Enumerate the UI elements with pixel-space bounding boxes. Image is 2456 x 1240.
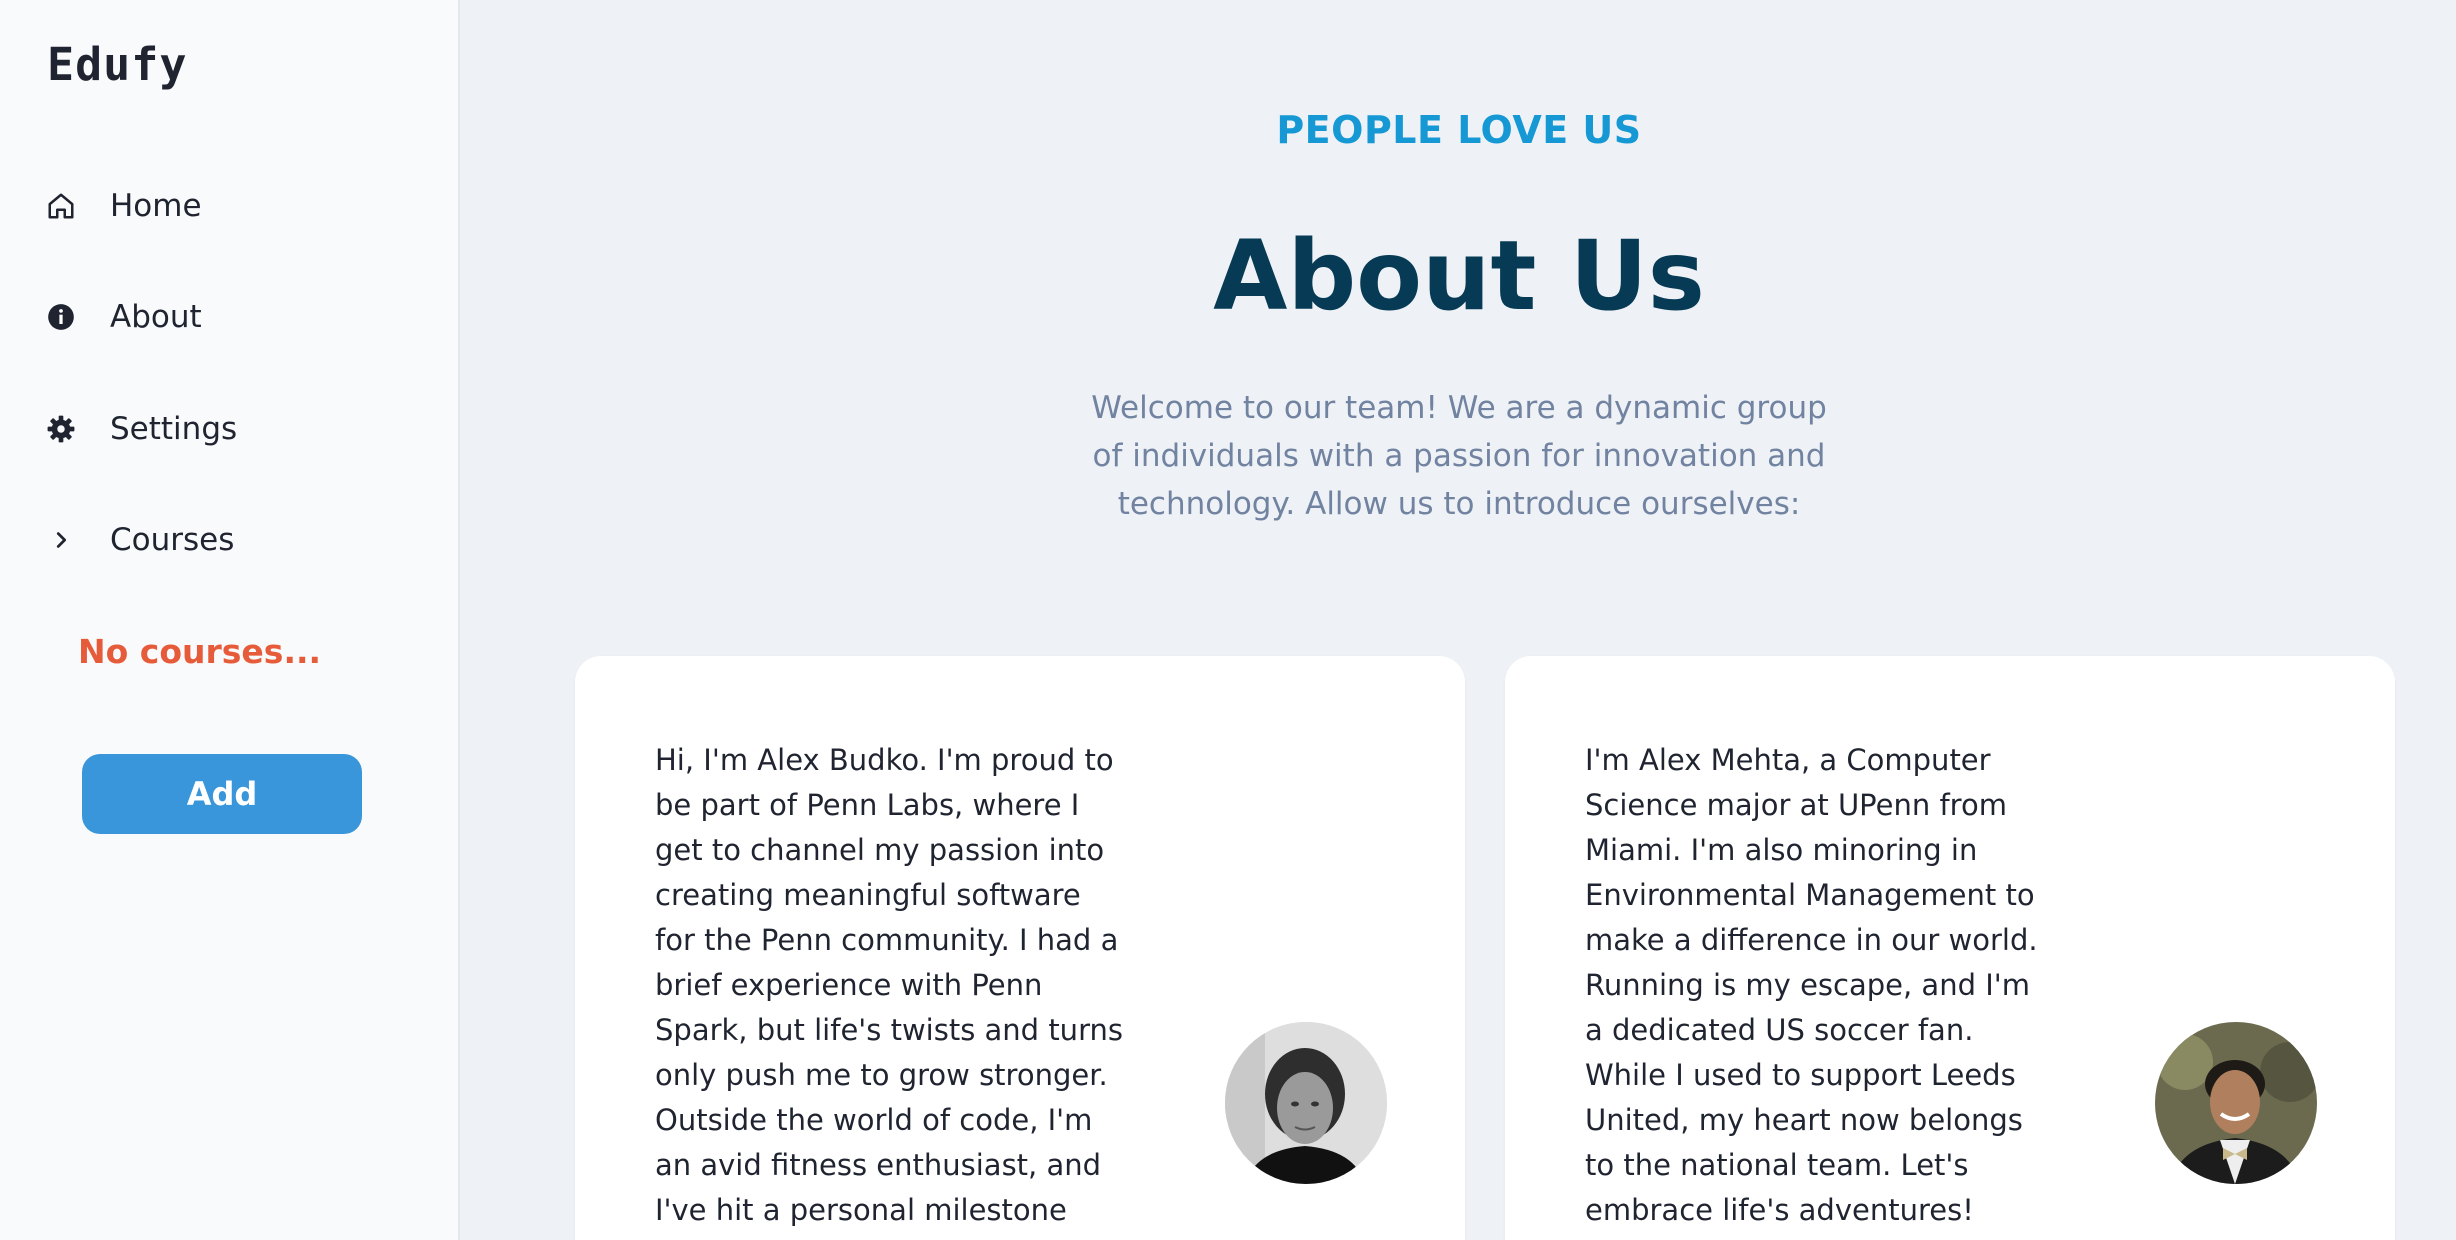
app: Edufy Home About Settings Courses No cou… xyxy=(0,0,2456,1240)
intro-text: Welcome to our team! We are a dynamic gr… xyxy=(1091,390,1827,522)
team-member-card: I'm Alex Mehta, a Computer Science major… xyxy=(1505,656,2395,1240)
team-member-card: Hi, I'm Alex Budko. I'm proud to be part… xyxy=(575,656,1465,1240)
sidebar-item-label: Courses xyxy=(110,522,235,558)
no-courses-message: No courses... xyxy=(78,632,322,671)
sidebar-item-label: Home xyxy=(110,188,202,224)
section-eyebrow: PEOPLE LOVE US xyxy=(1276,108,1642,152)
member-bio: Hi, I'm Alex Budko. I'm proud to be part… xyxy=(655,743,1123,1240)
main-content: PEOPLE LOVE US About Us Welcome to our t… xyxy=(462,0,2456,1240)
sidebar-item-courses[interactable]: Courses xyxy=(0,500,460,580)
home-icon xyxy=(44,189,78,223)
info-icon xyxy=(44,300,78,334)
sidebar-item-about[interactable]: About xyxy=(0,277,460,357)
sidebar-item-home[interactable]: Home xyxy=(0,166,460,246)
chevron-right-icon xyxy=(44,523,78,557)
avatar xyxy=(2155,1022,2317,1184)
brand-logo[interactable]: Edufy xyxy=(47,38,187,91)
sidebar-item-label: About xyxy=(110,299,202,335)
sidebar-item-label: Settings xyxy=(110,411,238,447)
add-course-button[interactable]: Add xyxy=(82,754,362,834)
sidebar: Edufy Home About Settings Courses No cou… xyxy=(0,0,460,1240)
sidebar-item-settings[interactable]: Settings xyxy=(0,389,460,469)
page-title: About Us xyxy=(1213,220,1705,332)
avatar xyxy=(1225,1022,1387,1184)
gear-icon xyxy=(44,412,78,446)
member-bio: I'm Alex Mehta, a Computer Science major… xyxy=(1585,743,2038,1227)
